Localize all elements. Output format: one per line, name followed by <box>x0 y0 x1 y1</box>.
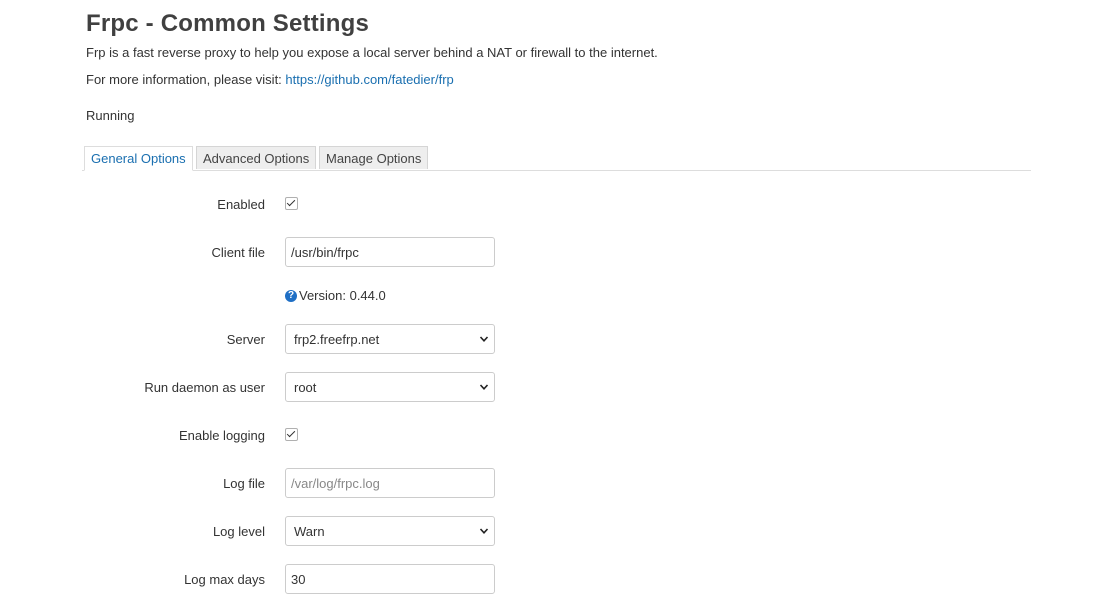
version-text: Version: 0.44.0 <box>299 288 386 303</box>
server-label: Server <box>226 332 265 347</box>
enabled-checkbox[interactable] <box>285 197 298 210</box>
more-info-line: For more information, please visit: http… <box>86 72 454 87</box>
enable-logging-label: Enable logging <box>178 428 265 443</box>
github-link[interactable]: https://github.com/fatedier/frp <box>285 72 453 87</box>
log-file-label: Log file <box>223 476 265 491</box>
chevron-down-icon <box>479 528 489 534</box>
tab-bar: General Options Advanced Options Manage … <box>82 146 1031 171</box>
client-file-label: Client file <box>211 245 265 260</box>
page-title: Frpc - Common Settings <box>86 10 370 37</box>
tab-general-options[interactable]: General Options <box>84 146 193 171</box>
server-select-value: frp2.freefrp.net <box>294 332 380 347</box>
page-description: Frp is a fast reverse proxy to help you … <box>86 45 658 60</box>
log-max-days-input[interactable] <box>285 564 495 594</box>
client-file-input[interactable] <box>285 237 495 267</box>
tab-advanced-options[interactable]: Advanced Options <box>196 146 317 169</box>
log-max-days-label: Log max days <box>184 572 265 587</box>
run-user-select[interactable]: root <box>285 372 495 402</box>
chevron-down-icon <box>479 336 489 342</box>
frpc-settings-page: Frpc - Common Settings Frp is a fast rev… <box>0 0 1093 606</box>
version-note: ? Version: 0.44.0 <box>285 288 386 303</box>
enable-logging-checkbox[interactable] <box>285 428 298 441</box>
run-user-select-value: root <box>294 380 317 395</box>
tab-manage-options[interactable]: Manage Options <box>319 146 429 169</box>
server-select[interactable]: frp2.freefrp.net <box>285 324 495 354</box>
log-level-select[interactable]: Warn <box>285 516 495 546</box>
question-circle-icon: ? <box>285 290 297 302</box>
enabled-label: Enabled <box>217 197 265 212</box>
more-info-prefix: For more information, please visit: <box>86 72 286 87</box>
log-level-select-value: Warn <box>294 524 325 539</box>
run-user-label: Run daemon as user <box>144 380 265 395</box>
status-text: Running <box>86 108 135 123</box>
log-file-input[interactable] <box>285 468 495 498</box>
log-level-label: Log level <box>212 524 265 539</box>
chevron-down-icon <box>479 384 489 390</box>
